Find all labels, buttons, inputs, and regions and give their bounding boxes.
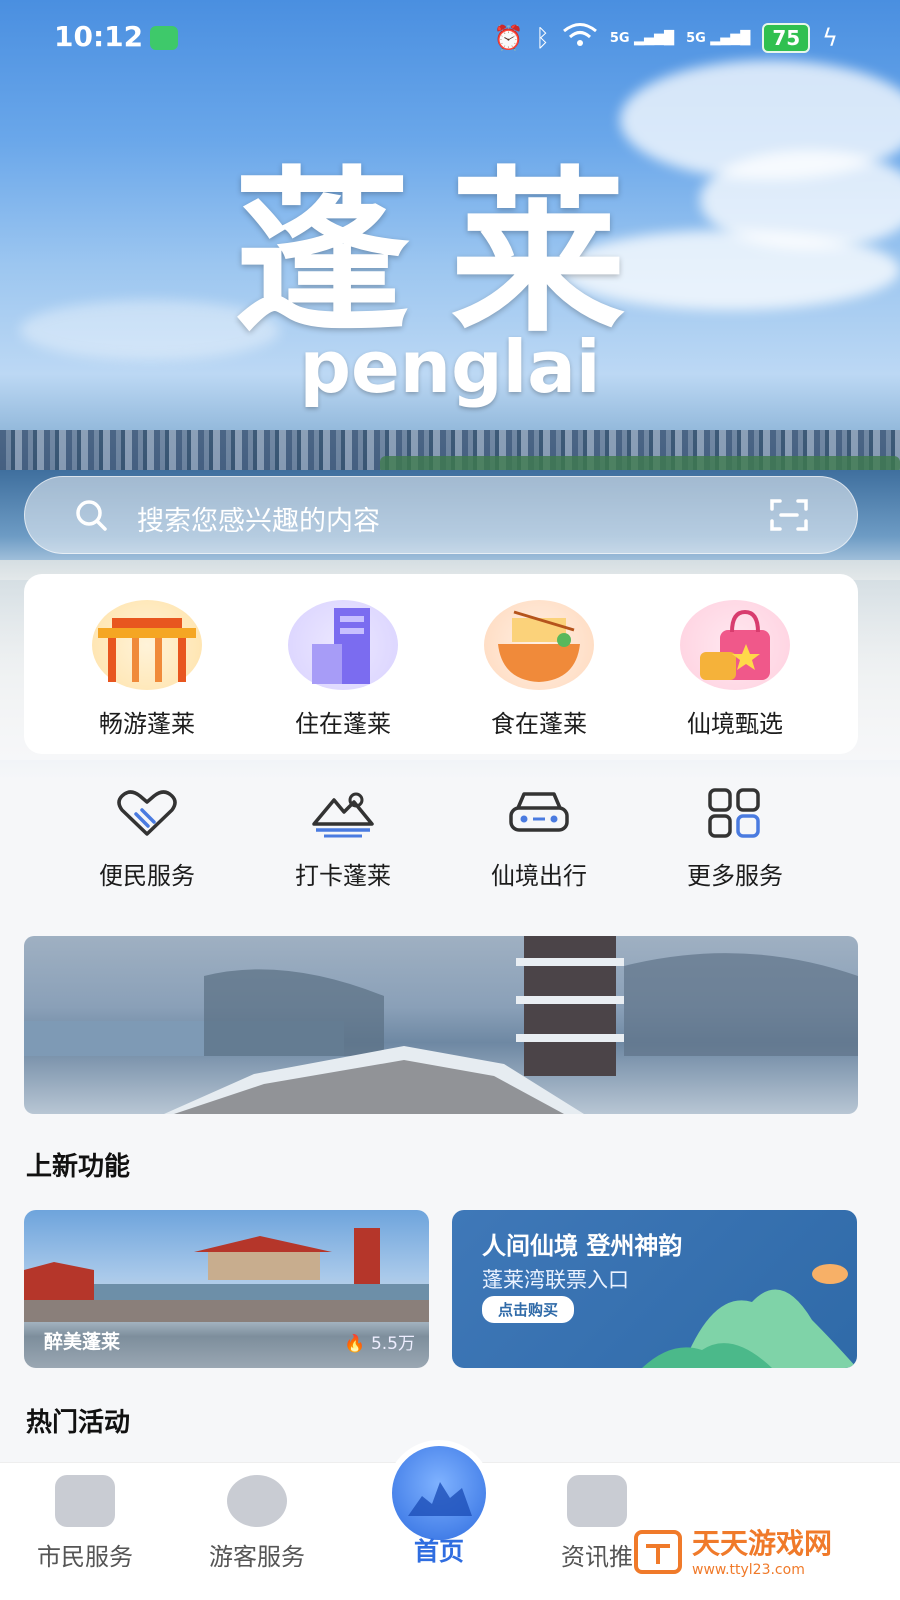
charging-icon: ϟ: [822, 24, 838, 52]
watermark: 天天游戏网 www.ttyl23.com: [632, 1500, 900, 1600]
status-bar: 10:12 ⏰ ᛒ 5G ▂▄▆█ 5G ▂▄▆█ 75 ϟ: [0, 0, 900, 78]
service-label: 住在蓬莱: [295, 710, 391, 738]
search-bar[interactable]: 搜索您感兴趣的内容: [24, 476, 858, 554]
car-icon: [506, 792, 572, 842]
view-count: 🔥 5.5万: [344, 1334, 415, 1354]
alarm-icon: ⏰: [493, 24, 524, 52]
document-icon: [567, 1475, 627, 1527]
mountain-icon: [310, 792, 376, 842]
feature-caption: 醉美蓬莱: [44, 1331, 121, 1353]
quick-service-label: 更多服务: [687, 862, 783, 890]
service-label: 畅游蓬莱: [99, 710, 195, 738]
building-icon: [288, 600, 398, 690]
quick-service-label: 便民服务: [99, 862, 195, 890]
service-stay[interactable]: 住在蓬莱: [245, 600, 441, 739]
quick-service-more[interactable]: 更多服务: [637, 788, 833, 891]
feature-card-scenery[interactable]: 醉美蓬莱 🔥 5.5万: [24, 1210, 429, 1368]
watermark-url: www.ttyl23.com: [692, 1562, 805, 1578]
message-icon: [150, 26, 178, 50]
scan-icon[interactable]: [769, 497, 809, 537]
home-tab-icon[interactable]: [386, 1440, 492, 1546]
shopping-bag-icon: [680, 600, 790, 690]
promo-banner[interactable]: [24, 936, 858, 1114]
noodle-bowl-icon: [484, 600, 594, 690]
status-time: 10:12: [54, 20, 144, 53]
section-title-hot-activities: 热门活动: [26, 1408, 131, 1438]
quick-service-convenience[interactable]: 便民服务: [49, 788, 245, 891]
featured-services-card: 畅游蓬莱 住在蓬莱 食在蓬莱 仙境甄选: [24, 574, 858, 754]
service-shop[interactable]: 仙境甄选: [637, 600, 833, 739]
search-icon: [73, 497, 109, 537]
tab-label: 市民服务: [37, 1543, 133, 1571]
buy-button[interactable]: 点击购买: [482, 1296, 575, 1323]
service-label: 仙境甄选: [687, 710, 783, 738]
quick-service-checkin[interactable]: 打卡蓬莱: [245, 788, 441, 891]
quick-service-label: 仙境出行: [491, 862, 587, 890]
section-title-new-features: 上新功能: [26, 1152, 131, 1182]
bookmark-icon: [55, 1475, 115, 1527]
quick-service-travel[interactable]: 仙境出行: [441, 788, 637, 891]
tab-visitor-service[interactable]: 游客服务: [172, 1475, 342, 1572]
pavilion-image: [24, 936, 858, 1114]
search-placeholder: 搜索您感兴趣的内容: [137, 506, 380, 537]
service-label: 食在蓬莱: [491, 710, 587, 738]
signal-icon: 5G ▂▄▆█: [686, 30, 751, 46]
service-food[interactable]: 食在蓬莱: [441, 600, 637, 739]
mountain-illustration: [642, 1264, 857, 1368]
feature-card-ticket[interactable]: 人间仙境 登州神韵 蓬莱湾联票入口 点击购买: [452, 1210, 857, 1368]
signal-icon: 5G ▂▄▆█: [609, 30, 675, 46]
handshake-heart-icon: [114, 790, 180, 842]
flame-icon: 🔥: [344, 1334, 366, 1354]
ticket-subtitle: 蓬莱湾联票入口: [482, 1268, 629, 1292]
tab-label: 游客服务: [209, 1543, 305, 1571]
watermark-logo-icon: [634, 1530, 682, 1574]
quick-service-label: 打卡蓬莱: [295, 862, 391, 890]
battery-indicator: 75: [762, 23, 811, 53]
tab-home-label[interactable]: 首页: [386, 1532, 492, 1568]
service-tour[interactable]: 畅游蓬莱: [49, 600, 245, 739]
tab-citizen-service[interactable]: 市民服务: [0, 1475, 170, 1572]
watermark-title: 天天游戏网: [692, 1527, 833, 1560]
status-icons: ⏰ ᛒ 5G ▂▄▆█ 5G ▂▄▆█ 75 ϟ: [494, 22, 838, 54]
hero-title-en: penglai: [299, 325, 601, 409]
wifi-icon: [562, 22, 598, 54]
bluetooth-icon: ᛒ: [535, 24, 550, 52]
archway-icon: [92, 600, 202, 690]
grid-icon: [702, 788, 768, 842]
smile-icon: [227, 1475, 287, 1527]
